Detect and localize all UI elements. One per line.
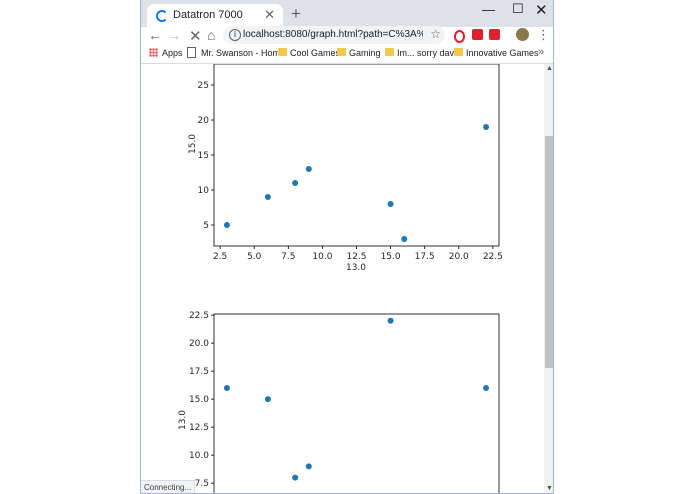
page-content: 15.0 13.0 5 10 15 20 25 2.5 5.0 7.5 10.0 12.5 15.0…: [141, 64, 546, 493]
bookmark-mr-swanson[interactable]: Mr. Swanson - Home: [201, 48, 285, 58]
browser-tab[interactable]: Datatron 7000 ✕: [147, 4, 283, 27]
maximize-icon[interactable]: ☐: [512, 1, 524, 17]
chart1-xtick-label: 5.0: [247, 252, 262, 262]
scatter-chart-2: 13.0 7.5 10.0 12.5 15.0 17.5 20.0 22.5: [141, 300, 546, 493]
chart2-ytick-label: 7.5: [195, 479, 209, 489]
chart2-ytick-label: 20.0: [189, 339, 209, 349]
chart2-point: [264, 396, 271, 403]
chart2-ytick-label: 10.0: [189, 451, 209, 461]
chart2-ytick-label: 15.0: [189, 395, 209, 405]
new-tab-icon[interactable]: +: [291, 4, 301, 24]
opera-extension-icon[interactable]: [454, 30, 465, 43]
chart1-ytick-label: 15: [198, 151, 209, 161]
tab-title: Datatron 7000: [173, 9, 243, 21]
chart1-ytick-label: 20: [198, 116, 210, 126]
three-dot-menu-icon[interactable]: ⋮: [537, 27, 550, 43]
scatter-chart-1: 15.0 13.0 5 10 15 20 25 2.5 5.0 7.5 10.0 12.5 15.0…: [141, 64, 546, 289]
folder-icon: [278, 48, 287, 56]
url-text[interactable]: localhost:8080/graph.html?path=C%3A%5CUs…: [243, 29, 423, 40]
address-bar[interactable]: i localhost:8080/graph.html?path=C%3A%5C…: [223, 26, 445, 44]
bookmark-cool-games[interactable]: Cool Games: [290, 48, 340, 58]
close-window-icon[interactable]: ✕: [535, 1, 548, 19]
status-bar: Connecting...: [141, 480, 196, 493]
loading-spinner-icon: [156, 10, 168, 22]
chart2-ytick-label: 22.5: [189, 311, 209, 321]
chart1-xtick-label: 2.5: [213, 252, 227, 262]
chart1-ytick-label: 5: [203, 221, 209, 231]
profile-avatar[interactable]: [516, 28, 529, 41]
chart1-xtick-label: 7.5: [281, 252, 295, 262]
chart1-xtick-label: 12.5: [346, 252, 366, 262]
chart1-point: [223, 222, 230, 228]
chart1-xtick-label: 17.5: [415, 252, 435, 262]
chart1-point: [387, 201, 394, 207]
back-arrow-icon[interactable]: ←: [148, 27, 162, 43]
chart2-ytick-label: 17.5: [189, 367, 209, 377]
apps-grid-icon[interactable]: [149, 48, 158, 57]
chart1-point: [264, 194, 271, 200]
chart2-point: [483, 384, 490, 391]
gift-extension-icon[interactable]: [489, 29, 500, 40]
chart2-ytick-label: 12.5: [189, 423, 209, 433]
chart1-point: [292, 180, 299, 186]
chart1-point: [401, 236, 408, 242]
bookmark-innovative-games[interactable]: Innovative Games: [466, 48, 539, 58]
page-icon: [187, 47, 196, 58]
close-tab-icon[interactable]: ✕: [264, 7, 275, 23]
folder-icon: [385, 48, 394, 56]
chart1-point: [305, 166, 312, 172]
vertical-scrollbar[interactable]: ▲ ▼: [544, 64, 553, 493]
chart1-xlabel: 13.0: [346, 263, 366, 273]
info-icon[interactable]: i: [229, 29, 241, 41]
scatter-chart-2-svg: 13.0 7.5 10.0 12.5 15.0 17.5 20.0 22.5: [178, 311, 500, 493]
chart1-xtick-label: 20.0: [449, 252, 469, 262]
chart1-xtick-label: 15.0: [381, 252, 401, 262]
chart1-ytick-label: 25: [198, 81, 209, 91]
chart1-xtick-label: 10.0: [312, 252, 332, 262]
scrollbar-thumb[interactable]: [545, 136, 553, 368]
minimize-icon[interactable]: —: [482, 2, 495, 17]
star-icon[interactable]: ☆: [430, 27, 441, 41]
chart2-point: [305, 463, 312, 470]
chart1-axes-frame: [213, 64, 500, 247]
scroll-down-arrow-icon[interactable]: ▼: [546, 485, 553, 492]
folder-icon: [454, 48, 463, 56]
folder-icon: [337, 48, 346, 56]
scroll-up-arrow-icon[interactable]: ▲: [546, 65, 553, 72]
chart2-point: [292, 474, 299, 481]
home-icon[interactable]: ⌂: [207, 27, 215, 43]
chart1-ytick-label: 10: [198, 186, 210, 196]
stop-icon[interactable]: ✕: [189, 27, 202, 45]
forward-arrow-icon[interactable]: →: [167, 27, 181, 43]
chart1-xtick-label: 22.5: [483, 252, 503, 262]
chart2-ylabel: 13.0: [178, 410, 188, 430]
extension-icon[interactable]: [472, 29, 483, 40]
chevron-double-right-icon[interactable]: »: [538, 46, 544, 58]
chart2-axes-frame: [213, 313, 500, 493]
bookmark-sorry-dave[interactable]: Im... sorry dave: [397, 48, 459, 58]
chart1-ylabel: 15.0: [188, 134, 198, 154]
bookmark-apps[interactable]: Apps: [162, 48, 183, 58]
chart2-point: [223, 384, 230, 391]
chart2-point: [387, 317, 394, 324]
scatter-chart-1-svg: 15.0 13.0 5 10 15 20 25 2.5 5.0 7.5 10.0 12.5 15.0…: [188, 64, 503, 273]
browser-window: Datatron 7000 ✕ + — ☐ ✕ ← → ✕ ⌂ i localh…: [140, 0, 554, 494]
chart1-point: [483, 124, 490, 130]
bookmark-gaming[interactable]: Gaming: [349, 48, 381, 58]
